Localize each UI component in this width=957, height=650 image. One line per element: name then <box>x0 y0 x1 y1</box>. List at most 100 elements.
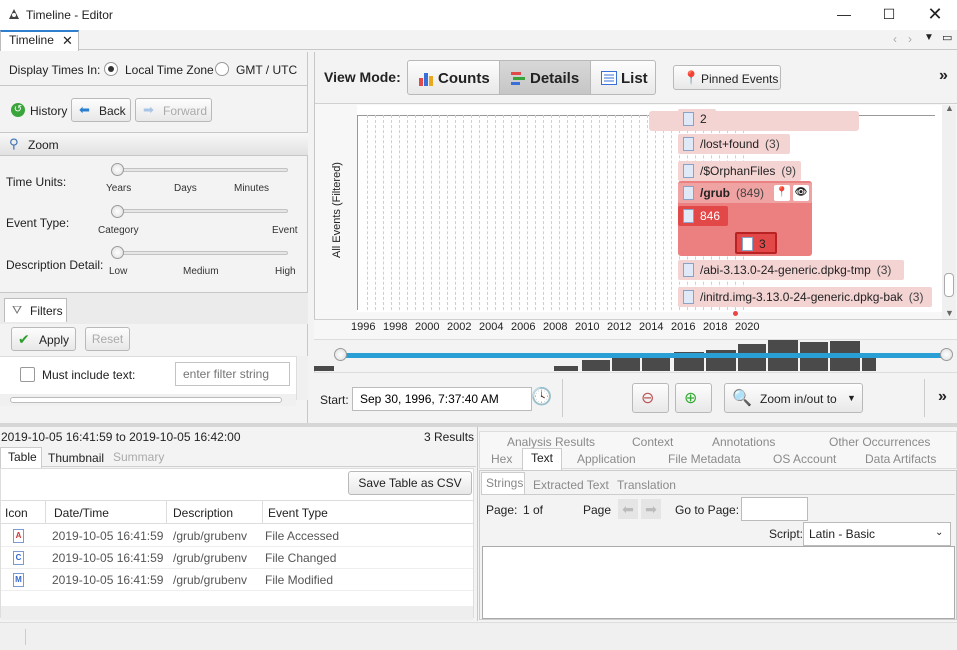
reset-button[interactable]: Reset <box>85 327 130 351</box>
col-icon[interactable]: Icon <box>5 502 28 524</box>
subtab-strings[interactable]: Strings <box>481 472 525 494</box>
event-grub[interactable]: /grub (849) 📍 👁 <box>678 183 812 203</box>
filters-tab[interactable]: ⛛ Filters <box>4 298 67 322</box>
scroll-down-icon[interactable]: ▼ <box>945 308 954 318</box>
details-button[interactable]: Details <box>499 60 591 95</box>
subtab-extracted-text[interactable]: Extracted Text <box>533 478 609 492</box>
magnifier-icon: 🔍 <box>732 390 752 407</box>
tab-text[interactable]: Text <box>522 448 562 470</box>
col-sep[interactable] <box>166 501 167 523</box>
must-include-checkbox[interactable] <box>20 367 35 382</box>
range-end-handle[interactable] <box>940 348 953 361</box>
script-select[interactable]: Latin - Basic ⌄ <box>803 522 951 546</box>
tab-os-account[interactable]: OS Account <box>773 452 836 466</box>
goto-page-input[interactable] <box>741 497 808 521</box>
tab-analysis-results[interactable]: Analysis Results <box>507 435 595 449</box>
tab-hex[interactable]: Hex <box>491 452 512 466</box>
prev-page-button[interactable]: ⬅ <box>618 499 638 519</box>
event-orphan-files[interactable]: /$OrphanFiles (9) <box>678 161 801 181</box>
strings-text-area[interactable] <box>482 546 955 619</box>
event-abi-dpkg-tmp[interactable]: /abi-3.13.0-24-generic.dpkg-tmp (3) <box>678 260 904 280</box>
list-button[interactable]: List <box>590 60 656 95</box>
table-hscrollbar[interactable] <box>1 606 473 620</box>
tick-event: Event <box>272 225 298 236</box>
tab-annotations[interactable]: Annotations <box>712 435 775 449</box>
next-page-button[interactable]: ➡ <box>641 499 661 519</box>
zoombar-overflow-icon[interactable]: » <box>938 388 947 406</box>
tab-scroll-right-icon[interactable]: › <box>908 32 912 46</box>
zoom-inout-dropdown[interactable]: 🔍 Zoom in/out to ▼ <box>724 383 863 413</box>
counts-button[interactable]: Counts <box>407 60 500 95</box>
year-tick-label: 2018 <box>703 321 728 333</box>
col-event-type[interactable]: Event Type <box>268 502 328 524</box>
tab-summary[interactable]: Summary <box>113 450 164 464</box>
pin-marker-icon[interactable]: 📍 <box>774 185 790 201</box>
col-sep[interactable] <box>262 501 263 523</box>
filter-vscrollbar[interactable] <box>296 356 308 400</box>
maximize-icon[interactable]: ☐ <box>881 6 897 22</box>
time-units-slider[interactable] <box>111 163 124 176</box>
zoom-inout-label: Zoom in/out to <box>760 392 837 406</box>
radio-local-tz[interactable] <box>104 62 118 76</box>
radio-gmt[interactable] <box>215 62 229 76</box>
grid-line <box>495 115 496 310</box>
pinned-events-button[interactable]: 📍 Pinned Events <box>673 65 781 90</box>
minimize-icon[interactable]: — <box>836 6 852 22</box>
grid-line <box>415 115 416 310</box>
filter-hscrollbar[interactable] <box>0 394 296 406</box>
tab-close-icon[interactable]: ✕ <box>62 33 73 49</box>
tab-table[interactable]: Table <box>0 447 42 468</box>
scroll-up-icon[interactable]: ▲ <box>945 103 954 113</box>
subtab-translation[interactable]: Translation <box>617 478 676 492</box>
table-row[interactable]: C 2019-10-05 16:41:59/grub/grubenv File Ch… <box>1 547 473 569</box>
tab-maximize-icon[interactable]: ▭ <box>942 31 952 44</box>
time-units-track[interactable] <box>112 168 288 172</box>
chart-vscrollbar[interactable]: ▲ ▼ <box>942 103 956 320</box>
eye-icon[interactable]: 👁 <box>793 185 809 201</box>
tab-application[interactable]: Application <box>577 452 636 466</box>
event-846[interactable]: 846 <box>678 206 728 226</box>
table-row[interactable]: A 2019-10-05 16:41:59/grub/grubenv File Ac… <box>1 525 473 547</box>
tab-list-icon[interactable]: ▼ <box>924 32 934 43</box>
filter-text-input[interactable] <box>175 362 290 386</box>
range-track <box>340 353 946 358</box>
event-3[interactable]: 3 <box>735 232 777 254</box>
tab-data-artifacts[interactable]: Data Artifacts <box>865 452 936 466</box>
event-initrd-dpkg-bak[interactable]: /initrd.img-3.13.0-24-generic.dpkg-bak (3… <box>678 287 932 307</box>
desc-detail-track[interactable] <box>112 251 288 255</box>
col-sep[interactable] <box>45 501 46 523</box>
zoom-header[interactable]: ⚲ Zoom <box>0 132 308 156</box>
grid-line <box>599 115 600 310</box>
grid-line <box>551 115 552 310</box>
close-icon[interactable]: ✕ <box>927 5 943 23</box>
zoom-bar: Start: 🕓 ⊖ ⊕ 🔍 Zoom in/out to ▼ » <box>314 372 957 422</box>
toolbar-overflow-icon[interactable]: » <box>939 67 948 85</box>
forward-button[interactable]: ➡ Forward <box>135 98 212 122</box>
event-type-slider[interactable] <box>111 205 124 218</box>
chart-vscroll-thumb[interactable] <box>944 273 954 297</box>
col-description[interactable]: Description <box>173 502 233 524</box>
must-include-label: Must include text: <box>42 368 136 382</box>
start-datetime-input[interactable] <box>352 387 532 411</box>
tab-file-metadata[interactable]: File Metadata <box>668 452 741 466</box>
tab-other-occurrences[interactable]: Other Occurrences <box>829 435 930 449</box>
event-lost-found[interactable]: /lost+found (3) <box>678 134 790 154</box>
event-type-track[interactable] <box>112 209 288 213</box>
clock-icon[interactable]: 🕓 <box>531 387 552 407</box>
zoom-out-button[interactable]: ⊖ <box>632 383 669 413</box>
back-button[interactable]: ⬅ Back <box>71 98 131 122</box>
details-chart[interactable]: 2 /lost+found (3) /$OrphanFiles (9) /grub (… <box>357 105 942 312</box>
desc-detail-slider[interactable] <box>111 246 124 259</box>
range-start-handle[interactable] <box>334 348 347 361</box>
table-row[interactable]: M 2019-10-05 16:41:59/grub/grubenv File Mo… <box>1 569 473 591</box>
zoom-in-button[interactable]: ⊕ <box>675 383 712 413</box>
tab-timeline[interactable]: Timeline ✕ <box>0 30 79 51</box>
event-item-2[interactable]: 2 <box>678 109 716 129</box>
apply-button[interactable]: ✔ Apply <box>11 327 76 351</box>
hscroll-thumb[interactable] <box>10 397 282 403</box>
save-csv-button[interactable]: Save Table as CSV <box>348 471 472 495</box>
col-datetime[interactable]: Date/Time <box>54 502 109 524</box>
tab-context[interactable]: Context <box>632 435 673 449</box>
tab-thumbnail[interactable]: Thumbnail <box>48 451 104 465</box>
tab-scroll-left-icon[interactable]: ‹ <box>893 32 897 46</box>
